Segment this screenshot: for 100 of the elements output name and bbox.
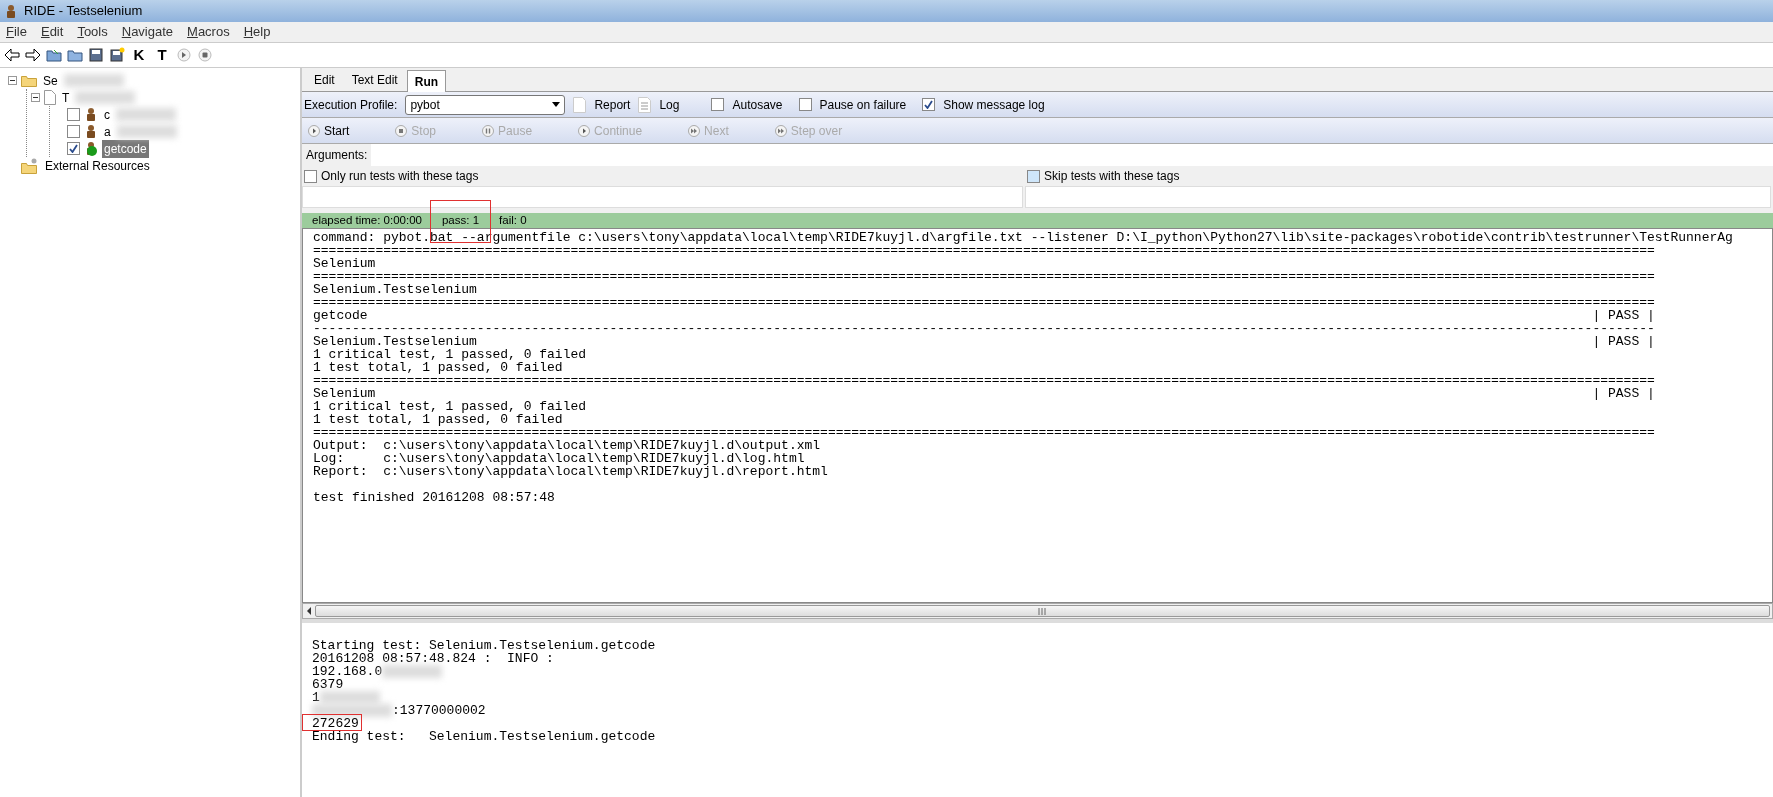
save-icon[interactable] bbox=[88, 47, 104, 63]
checkbox[interactable] bbox=[67, 108, 80, 121]
checkbox[interactable] bbox=[304, 169, 317, 183]
figure-icon bbox=[4, 4, 18, 20]
check-icon bbox=[69, 144, 78, 153]
menu-item[interactable]: File bbox=[6, 22, 27, 42]
menu-item[interactable]: Tools bbox=[77, 22, 108, 42]
console-line: Report: c:\users\tony\appdata\local\temp\RIDE7kuyjl.d\report.html bbox=[313, 465, 829, 478]
horizontal-scrollbar[interactable] bbox=[302, 603, 1773, 619]
open-folder-icon[interactable] bbox=[46, 47, 62, 63]
result-status: | PASS | bbox=[1592, 335, 1655, 348]
profile-dropdown[interactable]: pybot bbox=[405, 94, 566, 115]
scroll-thumb[interactable] bbox=[315, 605, 1770, 617]
log-line: 6379 bbox=[312, 678, 344, 691]
option-label: Pause on failure bbox=[819, 96, 907, 114]
separator-line: ============================================================================================================================================================================ bbox=[313, 296, 1656, 309]
console-line: getcode bbox=[313, 309, 368, 322]
tags-field[interactable] bbox=[1025, 186, 1771, 208]
status-text: elapsed time: 0:00:00 bbox=[312, 213, 422, 226]
toolbar-button[interactable]: K bbox=[130, 45, 148, 65]
separator-line: ---------------------------------------------------------------------------------------------------------------------------------------------------------------------------- bbox=[313, 322, 1656, 335]
console-line: 1 test total, 1 passed, 0 failed bbox=[313, 361, 564, 374]
log-line: Ending test: Selenium.Testselenium.getcode bbox=[312, 730, 656, 743]
log-link[interactable]: Log bbox=[659, 95, 680, 114]
separator-line: ============================================================================================================================================================================ bbox=[313, 374, 1656, 387]
collapse-icon[interactable] bbox=[8, 76, 17, 85]
status-text: pass: 1 bbox=[441, 213, 480, 226]
tree-item[interactable]: getcode bbox=[102, 139, 149, 158]
log-line: 192.168.0 bbox=[312, 665, 383, 678]
play-icon bbox=[578, 124, 591, 137]
stop-icon[interactable] bbox=[197, 47, 213, 63]
folder-icon bbox=[21, 74, 37, 87]
result-status: | PASS | bbox=[1592, 387, 1655, 400]
scroll-left-icon[interactable] bbox=[305, 606, 313, 616]
tree-item[interactable]: c bbox=[102, 105, 112, 124]
tree-item[interactable]: External Resources bbox=[43, 156, 152, 175]
console-line: Selenium.Testselenium bbox=[313, 335, 477, 348]
toolbar-button[interactable]: T bbox=[153, 45, 171, 65]
separator-line: ============================================================================================================================================================================ bbox=[313, 270, 1656, 283]
skip-icon bbox=[688, 124, 701, 137]
console-line: Log: c:\users\tony\appdata\local\temp\RIDE7kuyjl.d\log.html bbox=[313, 452, 805, 465]
report-link[interactable]: Report bbox=[594, 95, 631, 114]
console-line: test finished 20161208 08:57:48 bbox=[313, 491, 556, 504]
dropdown-value: pybot bbox=[410, 96, 440, 114]
menu-item[interactable]: Macros bbox=[187, 22, 230, 42]
status-text: fail: 0 bbox=[499, 213, 527, 226]
console-line: 1 test total, 1 passed, 0 failed bbox=[313, 413, 564, 426]
tab[interactable]: Text Edit bbox=[343, 68, 406, 91]
folder-icon[interactable] bbox=[67, 47, 83, 63]
stop-icon bbox=[395, 124, 408, 137]
console-line: Selenium bbox=[313, 257, 377, 270]
log-line: Starting test: Selenium.Testselenium.getcode bbox=[312, 639, 656, 652]
forward-arrow-icon[interactable] bbox=[25, 47, 41, 63]
back-arrow-icon[interactable] bbox=[4, 47, 20, 63]
run-action-button[interactable]: Start bbox=[304, 121, 354, 140]
tab[interactable]: Edit bbox=[306, 68, 343, 91]
result-status: | PASS | bbox=[1592, 309, 1655, 322]
log-icon bbox=[638, 96, 652, 113]
checkbox[interactable] bbox=[711, 98, 725, 111]
tags-field[interactable] bbox=[302, 186, 1023, 208]
save-all-icon[interactable] bbox=[109, 47, 125, 63]
checkbox[interactable] bbox=[67, 142, 80, 155]
profile-label: Execution Profile: bbox=[304, 96, 398, 114]
checkbox[interactable] bbox=[67, 125, 80, 138]
log-line: :13770000002 bbox=[392, 704, 486, 717]
separator-line: ============================================================================================================================================================================ bbox=[313, 244, 1655, 257]
option-label: Show message log bbox=[943, 96, 1045, 114]
window-title: RIDE - Testselenium bbox=[24, 2, 143, 21]
console-line: Output: c:\users\tony\appdata\local\temp\RIDE7kuyjl.d\output.xml bbox=[313, 439, 822, 452]
menu-item[interactable]: Help bbox=[243, 22, 271, 42]
log-line: 272629 bbox=[312, 717, 359, 730]
console-line: Selenium bbox=[313, 387, 376, 400]
console-line: 1 critical test, 1 passed, 0 failed bbox=[313, 400, 588, 413]
checkbox[interactable] bbox=[1027, 169, 1040, 183]
arguments-label: Arguments: bbox=[302, 144, 372, 166]
checkbox[interactable] bbox=[798, 98, 812, 111]
check-icon bbox=[924, 100, 934, 109]
skip-icon bbox=[774, 124, 787, 137]
report-icon bbox=[573, 96, 587, 113]
collapse-icon[interactable] bbox=[31, 93, 40, 102]
log-line: 20161208 08:57:48.824 : INFO : bbox=[312, 652, 554, 665]
checkbox[interactable] bbox=[922, 98, 936, 111]
play-icon[interactable] bbox=[176, 47, 192, 63]
folder-icon bbox=[21, 157, 39, 174]
file-icon bbox=[44, 90, 56, 105]
grip-icon bbox=[1038, 607, 1047, 615]
tree-item[interactable]: T bbox=[60, 88, 72, 107]
tree-item[interactable]: Se bbox=[41, 71, 60, 90]
pause-icon bbox=[482, 124, 495, 137]
console-line: Selenium.Testselenium bbox=[313, 283, 478, 296]
tag-filter-label: Only run tests with these tags bbox=[321, 168, 479, 185]
option-label: Autosave bbox=[732, 96, 783, 114]
tab[interactable]: Run bbox=[406, 70, 447, 92]
console-line: 1 critical test, 1 passed, 0 failed bbox=[313, 348, 588, 361]
caret-icon bbox=[552, 102, 561, 107]
play-icon bbox=[308, 124, 320, 137]
menu-item[interactable]: Navigate bbox=[121, 22, 174, 42]
tag-filter-label: Skip tests with these tags bbox=[1044, 168, 1180, 185]
tree-item[interactable]: a bbox=[102, 122, 113, 141]
menu-item[interactable]: Edit bbox=[40, 22, 64, 42]
